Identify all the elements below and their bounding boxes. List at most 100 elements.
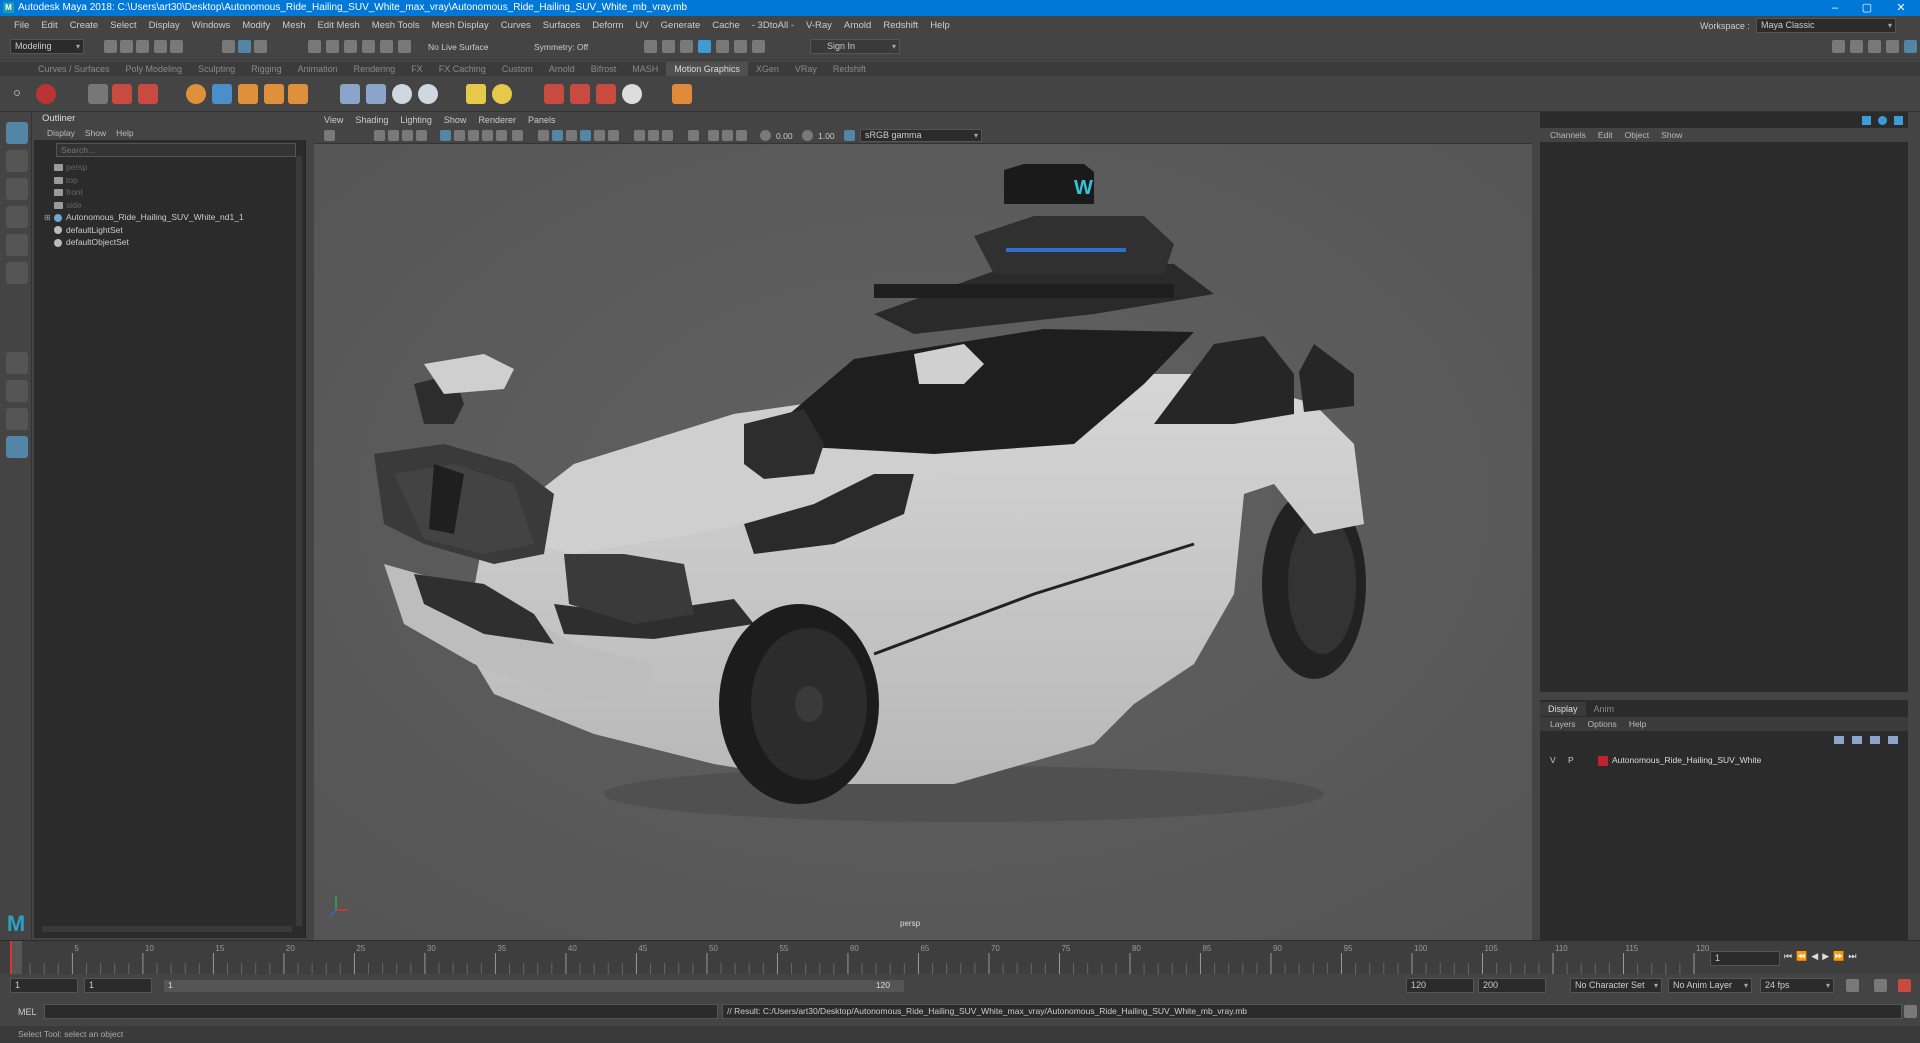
outliner-menu-item[interactable]: Display bbox=[42, 126, 80, 140]
gamma-icon[interactable] bbox=[802, 130, 813, 141]
select-tool-icon[interactable] bbox=[6, 122, 28, 144]
list-icon[interactable] bbox=[88, 84, 108, 104]
select-component-icon[interactable] bbox=[254, 40, 267, 53]
cross-add-icon[interactable] bbox=[672, 84, 692, 104]
shelf-tab[interactable]: MASH bbox=[624, 62, 666, 76]
shelf-tab[interactable]: FX Caching bbox=[431, 62, 494, 76]
layer-menu-item[interactable]: Layers bbox=[1544, 717, 1582, 731]
lights-icon[interactable] bbox=[594, 130, 605, 141]
isolate-select-icon[interactable] bbox=[688, 130, 699, 141]
viewport-menu-item[interactable]: Panels bbox=[522, 112, 562, 128]
default-material-icon[interactable] bbox=[566, 130, 577, 141]
menu-item[interactable]: Windows bbox=[186, 20, 237, 31]
lasso-tool-icon[interactable] bbox=[6, 150, 28, 172]
layer-up-icon[interactable] bbox=[1870, 736, 1880, 744]
render-sequence-icon[interactable] bbox=[662, 40, 675, 53]
move-tool-icon[interactable] bbox=[6, 206, 28, 228]
sphere-deformer-icon[interactable] bbox=[392, 84, 412, 104]
new-layer-selected-icon[interactable] bbox=[1852, 736, 1862, 744]
anim-prefs-icon[interactable] bbox=[1898, 979, 1911, 992]
layout-icon-1[interactable] bbox=[1832, 40, 1845, 53]
shelf-tab[interactable]: Arnold bbox=[541, 62, 583, 76]
select-hierarchy-icon[interactable] bbox=[222, 40, 235, 53]
time-slider[interactable]: 1510152025303540455055606570758085909510… bbox=[0, 940, 1920, 975]
antialias-icon[interactable] bbox=[662, 130, 673, 141]
pause-render-icon[interactable] bbox=[752, 40, 765, 53]
layout-icon-3[interactable] bbox=[1868, 40, 1881, 53]
end-frame-field[interactable]: 200 bbox=[1478, 978, 1546, 993]
channel-box-menu-item[interactable]: Object bbox=[1619, 128, 1656, 142]
shelf-tab[interactable]: Poly Modeling bbox=[118, 62, 191, 76]
shelf-tab[interactable]: Rigging bbox=[243, 62, 290, 76]
menu-item[interactable]: File bbox=[8, 20, 35, 31]
live-surface-label[interactable]: No Live Surface bbox=[428, 42, 488, 52]
range-bar[interactable]: 1 120 bbox=[164, 980, 904, 992]
ambient-occlusion-icon[interactable] bbox=[634, 130, 645, 141]
save-scene-icon[interactable] bbox=[136, 40, 149, 53]
channel-box-menu-item[interactable]: Edit bbox=[1592, 128, 1619, 142]
select-object-icon[interactable] bbox=[238, 40, 251, 53]
menu-item[interactable]: Edit Mesh bbox=[312, 20, 366, 31]
two-view-icon[interactable] bbox=[6, 408, 28, 430]
safe-action-icon[interactable] bbox=[512, 130, 523, 141]
mode-dropdown[interactable]: Modeling bbox=[10, 39, 84, 54]
snap-point-icon[interactable] bbox=[344, 40, 357, 53]
fire-icon[interactable] bbox=[596, 84, 616, 104]
mel-input[interactable] bbox=[44, 1004, 718, 1019]
menu-item[interactable]: UV bbox=[629, 20, 654, 31]
sign-in-dropdown[interactable]: Sign In bbox=[810, 39, 900, 54]
close-button[interactable]: ✕ bbox=[1886, 0, 1916, 16]
viewport-persp[interactable]: W persp bbox=[314, 144, 1532, 940]
viewport-menu-item[interactable]: Show bbox=[438, 112, 473, 128]
character-set-dropdown[interactable]: No Character Set bbox=[1570, 978, 1662, 993]
maximize-button[interactable]: ▢ bbox=[1852, 0, 1882, 16]
playback-controls-icon[interactable]: ⏮⏪◀▶⏩⏭ bbox=[1784, 951, 1860, 962]
menu-item[interactable]: Mesh Display bbox=[426, 20, 495, 31]
layer-down-icon[interactable] bbox=[1888, 736, 1898, 744]
dynamics-icon[interactable] bbox=[544, 84, 564, 104]
layout-icon-2[interactable] bbox=[1850, 40, 1863, 53]
menu-item[interactable]: Mesh Tools bbox=[366, 20, 426, 31]
layer-menu-item[interactable]: Help bbox=[1623, 717, 1652, 731]
film-gate-icon[interactable] bbox=[454, 130, 465, 141]
light-add-icon[interactable] bbox=[466, 84, 486, 104]
layer-playback-toggle[interactable]: P bbox=[1568, 755, 1574, 765]
layer-menu-item[interactable]: Options bbox=[1582, 717, 1623, 731]
image-plane-icon[interactable] bbox=[402, 130, 413, 141]
shelf-tab[interactable]: Animation bbox=[290, 62, 346, 76]
grease-pencil-icon[interactable] bbox=[416, 130, 427, 141]
ipr-render-icon[interactable] bbox=[680, 40, 693, 53]
shelf-tab[interactable]: Redshift bbox=[825, 62, 874, 76]
xray-icon[interactable] bbox=[708, 130, 719, 141]
fps-dropdown[interactable]: 24 fps bbox=[1760, 978, 1834, 993]
snap-curve-icon[interactable] bbox=[326, 40, 339, 53]
paint-select-tool-icon[interactable] bbox=[6, 178, 28, 200]
channel-settings-icon[interactable] bbox=[1878, 116, 1887, 125]
shelf-tab[interactable]: Motion Graphics bbox=[666, 62, 748, 76]
mel-label[interactable]: MEL bbox=[18, 1007, 37, 1017]
gate-mask-icon[interactable] bbox=[482, 130, 493, 141]
camera-attributes-icon[interactable] bbox=[374, 130, 385, 141]
bookmark-icon[interactable] bbox=[388, 130, 399, 141]
side-panel-tabs[interactable] bbox=[1908, 112, 1920, 947]
shelf-menu-icon[interactable] bbox=[14, 90, 20, 96]
shelf-tab[interactable]: VRay bbox=[787, 62, 825, 76]
wireframe-icon[interactable] bbox=[538, 130, 549, 141]
channel-box-toggle-icon[interactable] bbox=[1904, 40, 1917, 53]
layout-icon-4[interactable] bbox=[1886, 40, 1899, 53]
menu-item[interactable]: Edit bbox=[35, 20, 63, 31]
start-frame-field[interactable]: 1 bbox=[10, 978, 78, 993]
rotate-tool-icon[interactable] bbox=[6, 234, 28, 256]
render-frame-icon[interactable] bbox=[644, 40, 657, 53]
shelf-tab[interactable]: XGen bbox=[748, 62, 787, 76]
outliner-hscrollbar[interactable] bbox=[42, 926, 292, 932]
outliner-menu-item[interactable]: Show bbox=[80, 126, 111, 140]
current-frame-marker[interactable] bbox=[10, 941, 22, 975]
outliner-item[interactable]: defaultObjectSet bbox=[34, 235, 296, 250]
menu-item[interactable]: Generate bbox=[655, 20, 707, 31]
gamma-value[interactable]: 1.00 bbox=[818, 131, 835, 141]
four-view-icon[interactable] bbox=[6, 380, 28, 402]
sun-light-icon[interactable] bbox=[492, 84, 512, 104]
outliner-scrollbar[interactable] bbox=[296, 156, 302, 926]
cloth-icon[interactable] bbox=[570, 84, 590, 104]
